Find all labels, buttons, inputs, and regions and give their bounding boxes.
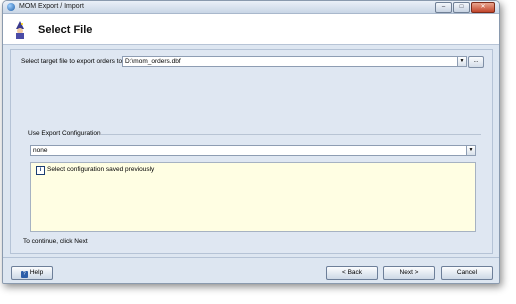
export-config-label: Use Export Configuration xyxy=(28,130,101,137)
info-icon: i xyxy=(36,166,45,175)
config-value: none xyxy=(33,147,48,154)
window-controls: – □ ✕ xyxy=(435,2,495,13)
app-globe-icon xyxy=(7,3,15,11)
help-button[interactable]: ? Help xyxy=(11,266,53,280)
target-file-label: Select target file to export orders to xyxy=(21,58,123,65)
help-label: Help xyxy=(29,269,44,276)
content-panel: Select target file to export orders to D… xyxy=(10,49,493,254)
section-divider xyxy=(101,134,481,135)
page-title: Select File xyxy=(38,24,93,36)
target-file-combo[interactable]: D:\mom_orders.dbf ▼ xyxy=(122,56,467,67)
wizard-header: Select File xyxy=(3,14,499,45)
minimize-button[interactable]: – xyxy=(435,2,452,13)
help-book-icon: ? xyxy=(20,271,28,278)
close-button[interactable]: ✕ xyxy=(471,2,495,13)
info-text: Select configuration saved previously xyxy=(47,166,155,173)
export-import-window: MOM Export / Import – □ ✕ Select File Se… xyxy=(2,0,500,284)
config-combo[interactable]: none ▼ xyxy=(30,145,476,156)
target-file-value: D:\mom_orders.dbf xyxy=(125,58,181,65)
continue-hint: To continue, click Next xyxy=(23,238,88,245)
browse-button[interactable]: ... xyxy=(468,56,484,68)
chevron-down-icon[interactable]: ▼ xyxy=(457,57,466,66)
info-box: i Select configuration saved previously xyxy=(30,162,476,232)
back-button[interactable]: < Back xyxy=(326,266,378,280)
window-title: MOM Export / Import xyxy=(19,3,84,10)
button-bar: ? Help < Back Next > Cancel xyxy=(3,257,499,283)
next-button[interactable]: Next > xyxy=(383,266,435,280)
chevron-down-icon[interactable]: ▼ xyxy=(466,146,475,155)
title-bar[interactable]: MOM Export / Import – □ ✕ xyxy=(3,1,499,14)
maximize-button[interactable]: □ xyxy=(453,2,470,13)
cancel-button[interactable]: Cancel xyxy=(441,266,493,280)
wizard-icon xyxy=(16,21,24,39)
